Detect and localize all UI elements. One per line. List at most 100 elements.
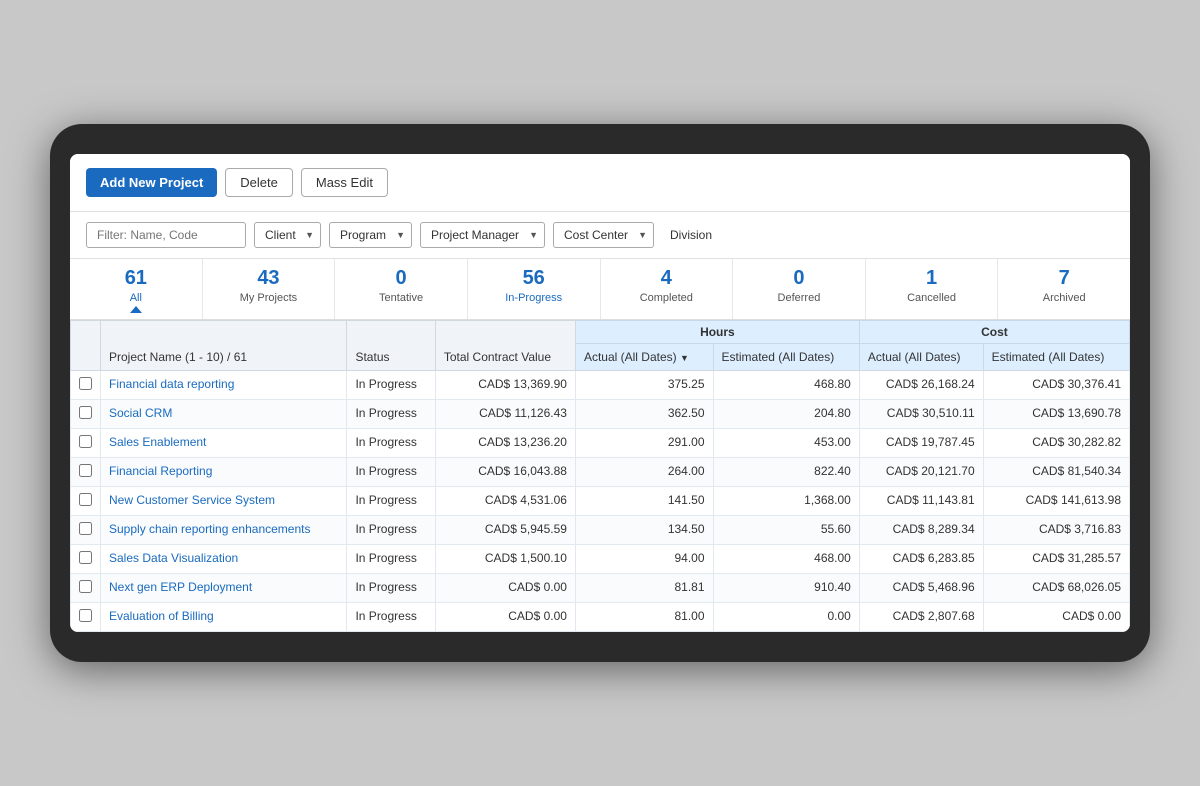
stat-tentative[interactable]: 0 Tentative <box>335 259 468 319</box>
cost-actual-cell: CAD$ 6,283.85 <box>859 545 983 574</box>
cost-actual-header[interactable]: Actual (All Dates) <box>859 344 983 371</box>
stat-cancelled-label: Cancelled <box>907 292 956 304</box>
row-checkbox-cell[interactable] <box>71 574 101 603</box>
row-checkbox[interactable] <box>79 609 92 622</box>
project-table-container: Project Name (1 - 10) / 61 Status Total … <box>70 320 1130 632</box>
hours-actual-cell: 134.50 <box>575 516 713 545</box>
row-checkbox[interactable] <box>79 580 92 593</box>
hours-estimated-cell: 910.40 <box>713 574 859 603</box>
stat-in-progress-number: 56 <box>472 267 596 290</box>
cost-estimated-cell: CAD$ 141,613.98 <box>983 487 1129 516</box>
cost-actual-cell: CAD$ 30,510.11 <box>859 400 983 429</box>
total-contract-value-cell: CAD$ 0.00 <box>435 574 575 603</box>
project-name-cell[interactable]: Supply chain reporting enhancements <box>101 516 347 545</box>
stat-archived[interactable]: 7 Archived <box>998 259 1130 319</box>
hours-actual-cell: 375.25 <box>575 371 713 400</box>
cost-actual-cell: CAD$ 19,787.45 <box>859 429 983 458</box>
table-row: Supply chain reporting enhancements In P… <box>71 516 1130 545</box>
add-new-project-button[interactable]: Add New Project <box>86 168 217 197</box>
hours-actual-cell: 81.81 <box>575 574 713 603</box>
project-name-cell[interactable]: Sales Enablement <box>101 429 347 458</box>
stat-all-number: 61 <box>74 267 198 290</box>
row-checkbox[interactable] <box>79 493 92 506</box>
row-checkbox[interactable] <box>79 522 92 535</box>
hours-actual-cell: 291.00 <box>575 429 713 458</box>
stat-archived-number: 7 <box>1002 267 1126 290</box>
status-cell: In Progress <box>347 429 435 458</box>
name-code-filter[interactable] <box>86 222 246 248</box>
table-row: Financial data reporting In Progress CAD… <box>71 371 1130 400</box>
hours-estimated-header[interactable]: Estimated (All Dates) <box>713 344 859 371</box>
row-checkbox[interactable] <box>79 551 92 564</box>
cost-estimated-cell: CAD$ 30,282.82 <box>983 429 1129 458</box>
project-name-cell[interactable]: Next gen ERP Deployment <box>101 574 347 603</box>
row-checkbox[interactable] <box>79 435 92 448</box>
hours-actual-header[interactable]: Actual (All Dates) ▼ <box>575 344 713 371</box>
table-row: Financial Reporting In Progress CAD$ 16,… <box>71 458 1130 487</box>
screen: Add New Project Delete Mass Edit Client … <box>70 154 1130 632</box>
row-checkbox-cell[interactable] <box>71 458 101 487</box>
stat-completed[interactable]: 4 Completed <box>601 259 734 319</box>
status-cell: In Progress <box>347 574 435 603</box>
cost-actual-cell: CAD$ 8,289.34 <box>859 516 983 545</box>
row-checkbox-cell[interactable] <box>71 429 101 458</box>
hours-estimated-cell: 0.00 <box>713 603 859 632</box>
row-checkbox-cell[interactable] <box>71 516 101 545</box>
row-checkbox-cell[interactable] <box>71 371 101 400</box>
hours-group-header: Hours <box>575 321 859 344</box>
total-contract-value-cell: CAD$ 13,236.20 <box>435 429 575 458</box>
hours-actual-cell: 362.50 <box>575 400 713 429</box>
cost-group-header: Cost <box>859 321 1129 344</box>
cost-center-filter[interactable]: Cost Center <box>553 222 654 248</box>
hours-actual-cell: 264.00 <box>575 458 713 487</box>
status-cell: In Progress <box>347 603 435 632</box>
status-header: Status <box>347 321 435 371</box>
project-name-cell[interactable]: New Customer Service System <box>101 487 347 516</box>
mass-edit-button[interactable]: Mass Edit <box>301 168 388 197</box>
table-row: Next gen ERP Deployment In Progress CAD$… <box>71 574 1130 603</box>
row-checkbox-cell[interactable] <box>71 400 101 429</box>
row-checkbox[interactable] <box>79 464 92 477</box>
stat-deferred[interactable]: 0 Deferred <box>733 259 866 319</box>
project-name-cell[interactable]: Financial data reporting <box>101 371 347 400</box>
total-contract-value-cell: CAD$ 1,500.10 <box>435 545 575 574</box>
total-contract-value-cell: CAD$ 11,126.43 <box>435 400 575 429</box>
delete-button[interactable]: Delete <box>225 168 293 197</box>
cost-estimated-cell: CAD$ 13,690.78 <box>983 400 1129 429</box>
stat-my-projects[interactable]: 43 My Projects <box>203 259 336 319</box>
project-name-header[interactable]: Project Name (1 - 10) / 61 <box>101 321 347 371</box>
stat-cancelled[interactable]: 1 Cancelled <box>866 259 999 319</box>
client-filter[interactable]: Client <box>254 222 321 248</box>
row-checkbox-cell[interactable] <box>71 603 101 632</box>
hours-estimated-cell: 1,368.00 <box>713 487 859 516</box>
project-manager-filter[interactable]: Project Manager <box>420 222 545 248</box>
stat-completed-label: Completed <box>640 292 693 304</box>
stat-in-progress[interactable]: 56 In-Progress <box>468 259 601 319</box>
stat-all[interactable]: 61 All <box>70 259 203 319</box>
hours-estimated-cell: 453.00 <box>713 429 859 458</box>
stat-deferred-number: 0 <box>737 267 861 290</box>
project-name-cell[interactable]: Social CRM <box>101 400 347 429</box>
project-name-cell[interactable]: Sales Data Visualization <box>101 545 347 574</box>
row-checkbox[interactable] <box>79 406 92 419</box>
hours-estimated-cell: 204.80 <box>713 400 859 429</box>
stat-tentative-number: 0 <box>339 267 463 290</box>
row-checkbox-cell[interactable] <box>71 545 101 574</box>
total-contract-value-header: Total Contract Value <box>435 321 575 371</box>
total-contract-value-cell: CAD$ 16,043.88 <box>435 458 575 487</box>
toolbar: Add New Project Delete Mass Edit <box>70 154 1130 212</box>
table-row: Sales Data Visualization In Progress CAD… <box>71 545 1130 574</box>
hours-actual-cell: 81.00 <box>575 603 713 632</box>
project-name-cell[interactable]: Financial Reporting <box>101 458 347 487</box>
project-table: Project Name (1 - 10) / 61 Status Total … <box>70 320 1130 632</box>
cost-estimated-cell: CAD$ 0.00 <box>983 603 1129 632</box>
row-checkbox[interactable] <box>79 377 92 390</box>
cost-estimated-cell: CAD$ 31,285.57 <box>983 545 1129 574</box>
active-indicator <box>130 306 142 313</box>
status-cell: In Progress <box>347 545 435 574</box>
program-filter[interactable]: Program <box>329 222 412 248</box>
total-contract-value-cell: CAD$ 0.00 <box>435 603 575 632</box>
cost-estimated-header[interactable]: Estimated (All Dates) <box>983 344 1129 371</box>
project-name-cell[interactable]: Evaluation of Billing <box>101 603 347 632</box>
row-checkbox-cell[interactable] <box>71 487 101 516</box>
